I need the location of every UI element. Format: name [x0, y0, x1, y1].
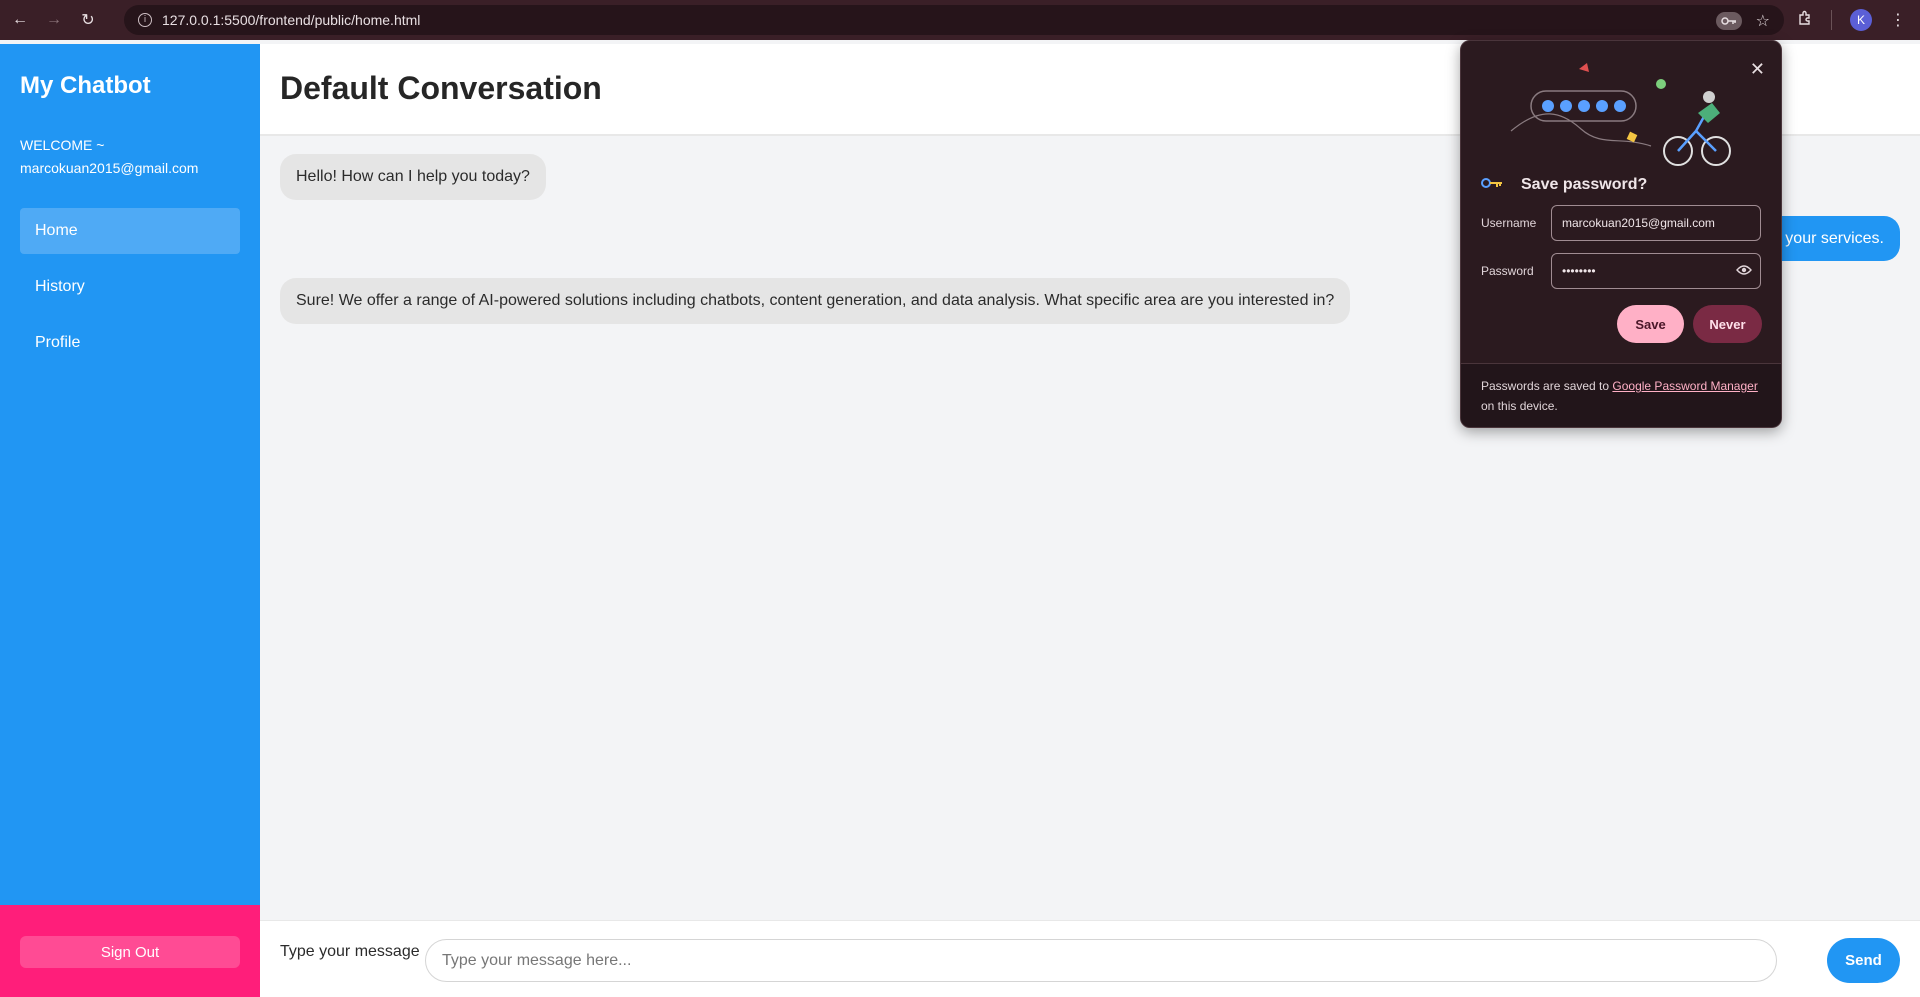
username-value: marcokuan2015@gmail.com [1562, 216, 1715, 230]
user-email: marcokuan2015@gmail.com [20, 160, 199, 176]
save-password-dialog: ✕ Save password? Username marcokuan2015@… [1460, 40, 1782, 428]
message-input[interactable] [425, 939, 1777, 982]
bot-message: Sure! We offer a range of AI-powered sol… [280, 278, 1351, 324]
close-icon[interactable]: ✕ [1750, 59, 1765, 80]
message-input-bar: Type your message Send [260, 920, 1920, 997]
username-field[interactable]: marcokuan2015@gmail.com [1551, 205, 1761, 241]
username-row: Username marcokuan2015@gmail.com [1481, 205, 1761, 241]
bookmark-star-icon[interactable]: ☆ [1756, 11, 1770, 31]
password-row: Password •••••••• [1481, 253, 1761, 289]
bot-message: Hello! How can I help you today? [280, 154, 546, 200]
never-save-button[interactable]: Never [1693, 305, 1762, 343]
url-text: 127.0.0.1:5500/frontend/public/home.html [162, 12, 421, 28]
password-illustration [1510, 63, 1731, 166]
browser-toolbar: ← → ↻ i 127.0.0.1:5500/frontend/public/h… [0, 0, 1920, 40]
password-value: •••••••• [1562, 264, 1596, 278]
username-label: Username [1481, 216, 1537, 230]
password-field[interactable]: •••••••• [1551, 253, 1761, 289]
password-key-icon[interactable] [1715, 12, 1742, 30]
signout-area: Sign Out [0, 905, 260, 997]
dialog-title: Save password? [1521, 176, 1648, 193]
sidebar: My Chatbot WELCOME ~ marcokuan2015@gmail… [0, 44, 260, 905]
forward-icon[interactable]: → [40, 6, 68, 34]
message-input-label: Type your message [280, 943, 420, 960]
password-manager-link[interactable]: Google Password Manager [1612, 379, 1757, 393]
footer-prefix: Passwords are saved to [1481, 379, 1613, 393]
app-title: My Chatbot [20, 72, 151, 99]
site-info-icon[interactable]: i [138, 13, 152, 27]
sidebar-item-label: History [35, 278, 85, 295]
page-title: Default Conversation [280, 70, 602, 106]
menu-kebab-icon[interactable]: ⋮ [1890, 10, 1906, 30]
password-key-icon [1481, 176, 1503, 194]
sidebar-item-history[interactable]: History [20, 264, 240, 310]
sidebar-item-profile[interactable]: Profile [20, 320, 240, 366]
dialog-footer: Passwords are saved to Google Password M… [1461, 363, 1781, 427]
sidebar-item-home[interactable]: Home [20, 208, 240, 254]
extensions-icon[interactable] [1797, 10, 1813, 31]
eye-icon[interactable] [1736, 264, 1752, 279]
dialog-title-row: Save password? [1481, 176, 1647, 194]
password-label: Password [1481, 264, 1534, 278]
footer-suffix: on this device. [1481, 399, 1558, 413]
welcome-label: WELCOME ~ [20, 137, 105, 153]
sign-out-button[interactable]: Sign Out [20, 936, 240, 968]
reload-icon[interactable]: ↻ [74, 6, 102, 34]
profile-avatar[interactable]: K [1850, 9, 1872, 31]
sidebar-item-label: Home [35, 222, 78, 239]
back-icon[interactable]: ← [6, 6, 34, 34]
welcome-text: WELCOME ~ marcokuan2015@gmail.com [20, 134, 198, 180]
save-password-button[interactable]: Save [1617, 305, 1684, 343]
address-bar[interactable]: i 127.0.0.1:5500/frontend/public/home.ht… [124, 5, 1784, 35]
toolbar-divider [1831, 10, 1832, 30]
sidebar-item-label: Profile [35, 334, 81, 351]
send-button[interactable]: Send [1827, 938, 1900, 983]
